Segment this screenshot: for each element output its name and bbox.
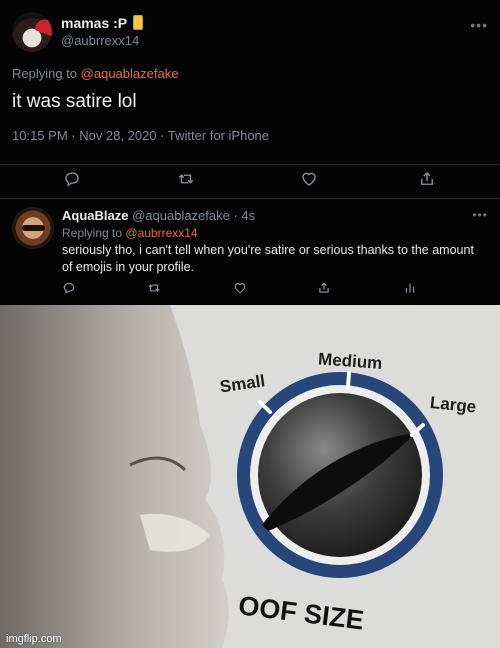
- tweet-header: AquaBlaze @aquablazefake · 4s: [62, 208, 255, 223]
- mention-link[interactable]: @aubrrexx14: [125, 226, 197, 240]
- more-options-icon[interactable]: •••: [470, 17, 488, 33]
- like-icon[interactable]: [233, 281, 247, 295]
- tweet-actions: [0, 164, 500, 189]
- tweet-timestamp[interactable]: 10:15 PM · Nov 28, 2020 · Twitter for iP…: [12, 128, 269, 143]
- reply-icon[interactable]: [63, 170, 81, 188]
- replying-to: Replying to @aubrrexx14: [62, 226, 198, 240]
- replying-to-label: Replying to: [12, 66, 78, 81]
- handle-and-time[interactable]: @aquablazefake · 4s: [132, 208, 255, 223]
- tweet-text: it was satire lol: [12, 91, 137, 112]
- reply-icon[interactable]: [62, 281, 76, 295]
- more-options-icon[interactable]: •••: [472, 208, 488, 222]
- replying-to-label: Replying to: [62, 226, 123, 240]
- tick-medium: [346, 371, 351, 389]
- santa-hat-icon: [34, 16, 52, 38]
- user-handle[interactable]: @aubrrexx14: [61, 33, 139, 48]
- tweet-2: AquaBlaze @aquablazefake · 4s ••• Replyi…: [0, 199, 500, 304]
- retweet-icon[interactable]: [147, 281, 161, 295]
- avatar[interactable]: [12, 207, 54, 249]
- display-name[interactable]: AquaBlaze: [62, 208, 128, 223]
- tweet-actions: [0, 281, 500, 301]
- display-name[interactable]: mamas :P: [61, 15, 144, 31]
- like-icon[interactable]: [300, 170, 318, 188]
- tweet-1: mamas :P @aubrrexx14 ••• Replying to @aq…: [0, 0, 500, 199]
- replying-to: Replying to @aquablazefake: [12, 66, 178, 81]
- share-icon[interactable]: [317, 281, 331, 295]
- mention-link[interactable]: @aquablazefake: [81, 66, 179, 81]
- imgflip-watermark: imgflip.com: [6, 633, 62, 645]
- oof-size-meme: Small Medium Large OOF SIZE imgflip.com: [0, 305, 500, 648]
- avatar[interactable]: [12, 12, 52, 52]
- retweet-icon[interactable]: [177, 170, 195, 188]
- meme-illustration: Small Medium Large OOF SIZE: [0, 305, 500, 648]
- share-icon[interactable]: [418, 170, 436, 188]
- tweet-text: seriously tho, i can't tell when you're …: [62, 243, 474, 274]
- tropical-drink-icon: [133, 15, 144, 30]
- analytics-icon[interactable]: [403, 281, 417, 295]
- display-name-text[interactable]: mamas :P: [61, 15, 127, 31]
